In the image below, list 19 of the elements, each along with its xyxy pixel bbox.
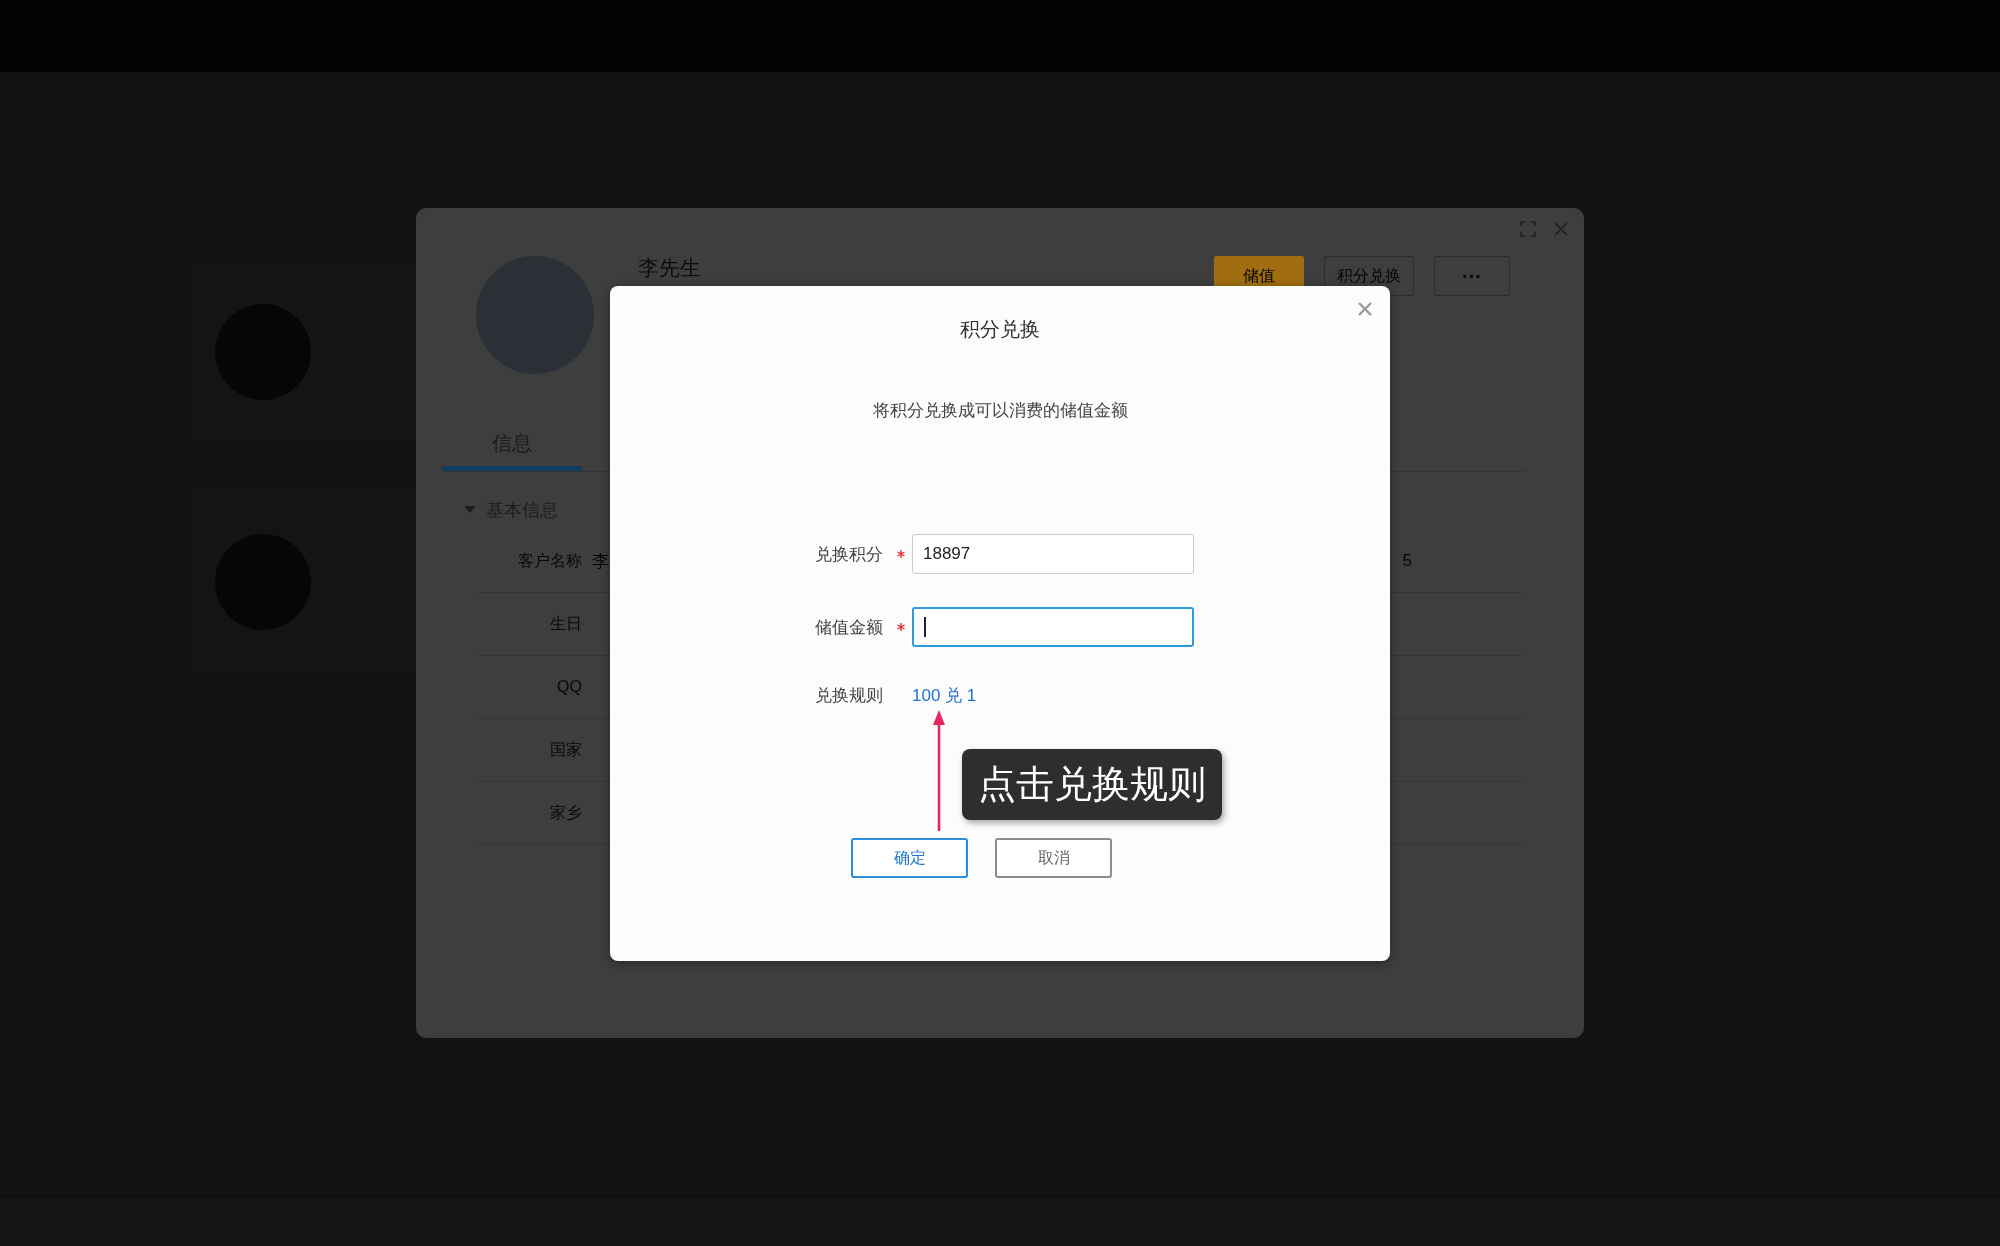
arrow-icon bbox=[931, 710, 947, 832]
input-field[interactable]: 18897 bbox=[912, 534, 1194, 574]
field-label: 兑换规则 bbox=[815, 685, 884, 707]
fullscreen-icon[interactable] bbox=[1520, 221, 1536, 237]
rule-link[interactable]: 100 兑 1 bbox=[912, 684, 977, 707]
callout-tooltip: 点击兑换规则 bbox=[962, 749, 1222, 820]
input-field[interactable] bbox=[912, 607, 1194, 647]
dialog-description: 将积分兑换成可以消费的储值金额 bbox=[871, 400, 1129, 422]
text-cursor bbox=[924, 617, 926, 637]
close-icon[interactable] bbox=[1358, 302, 1372, 316]
field-value: 5 bbox=[1402, 551, 1413, 571]
dialog-title: 积分兑换 bbox=[959, 317, 1041, 342]
confirm-button[interactable]: 确定 bbox=[851, 838, 968, 878]
close-icon[interactable] bbox=[1554, 222, 1568, 236]
field-label: 储值金额 bbox=[815, 616, 884, 639]
field-label: 兑换积分 bbox=[815, 543, 884, 566]
cancel-button[interactable]: 取消 bbox=[995, 838, 1112, 878]
caret-icon[interactable] bbox=[464, 506, 476, 514]
field-value: 李 bbox=[592, 550, 609, 573]
